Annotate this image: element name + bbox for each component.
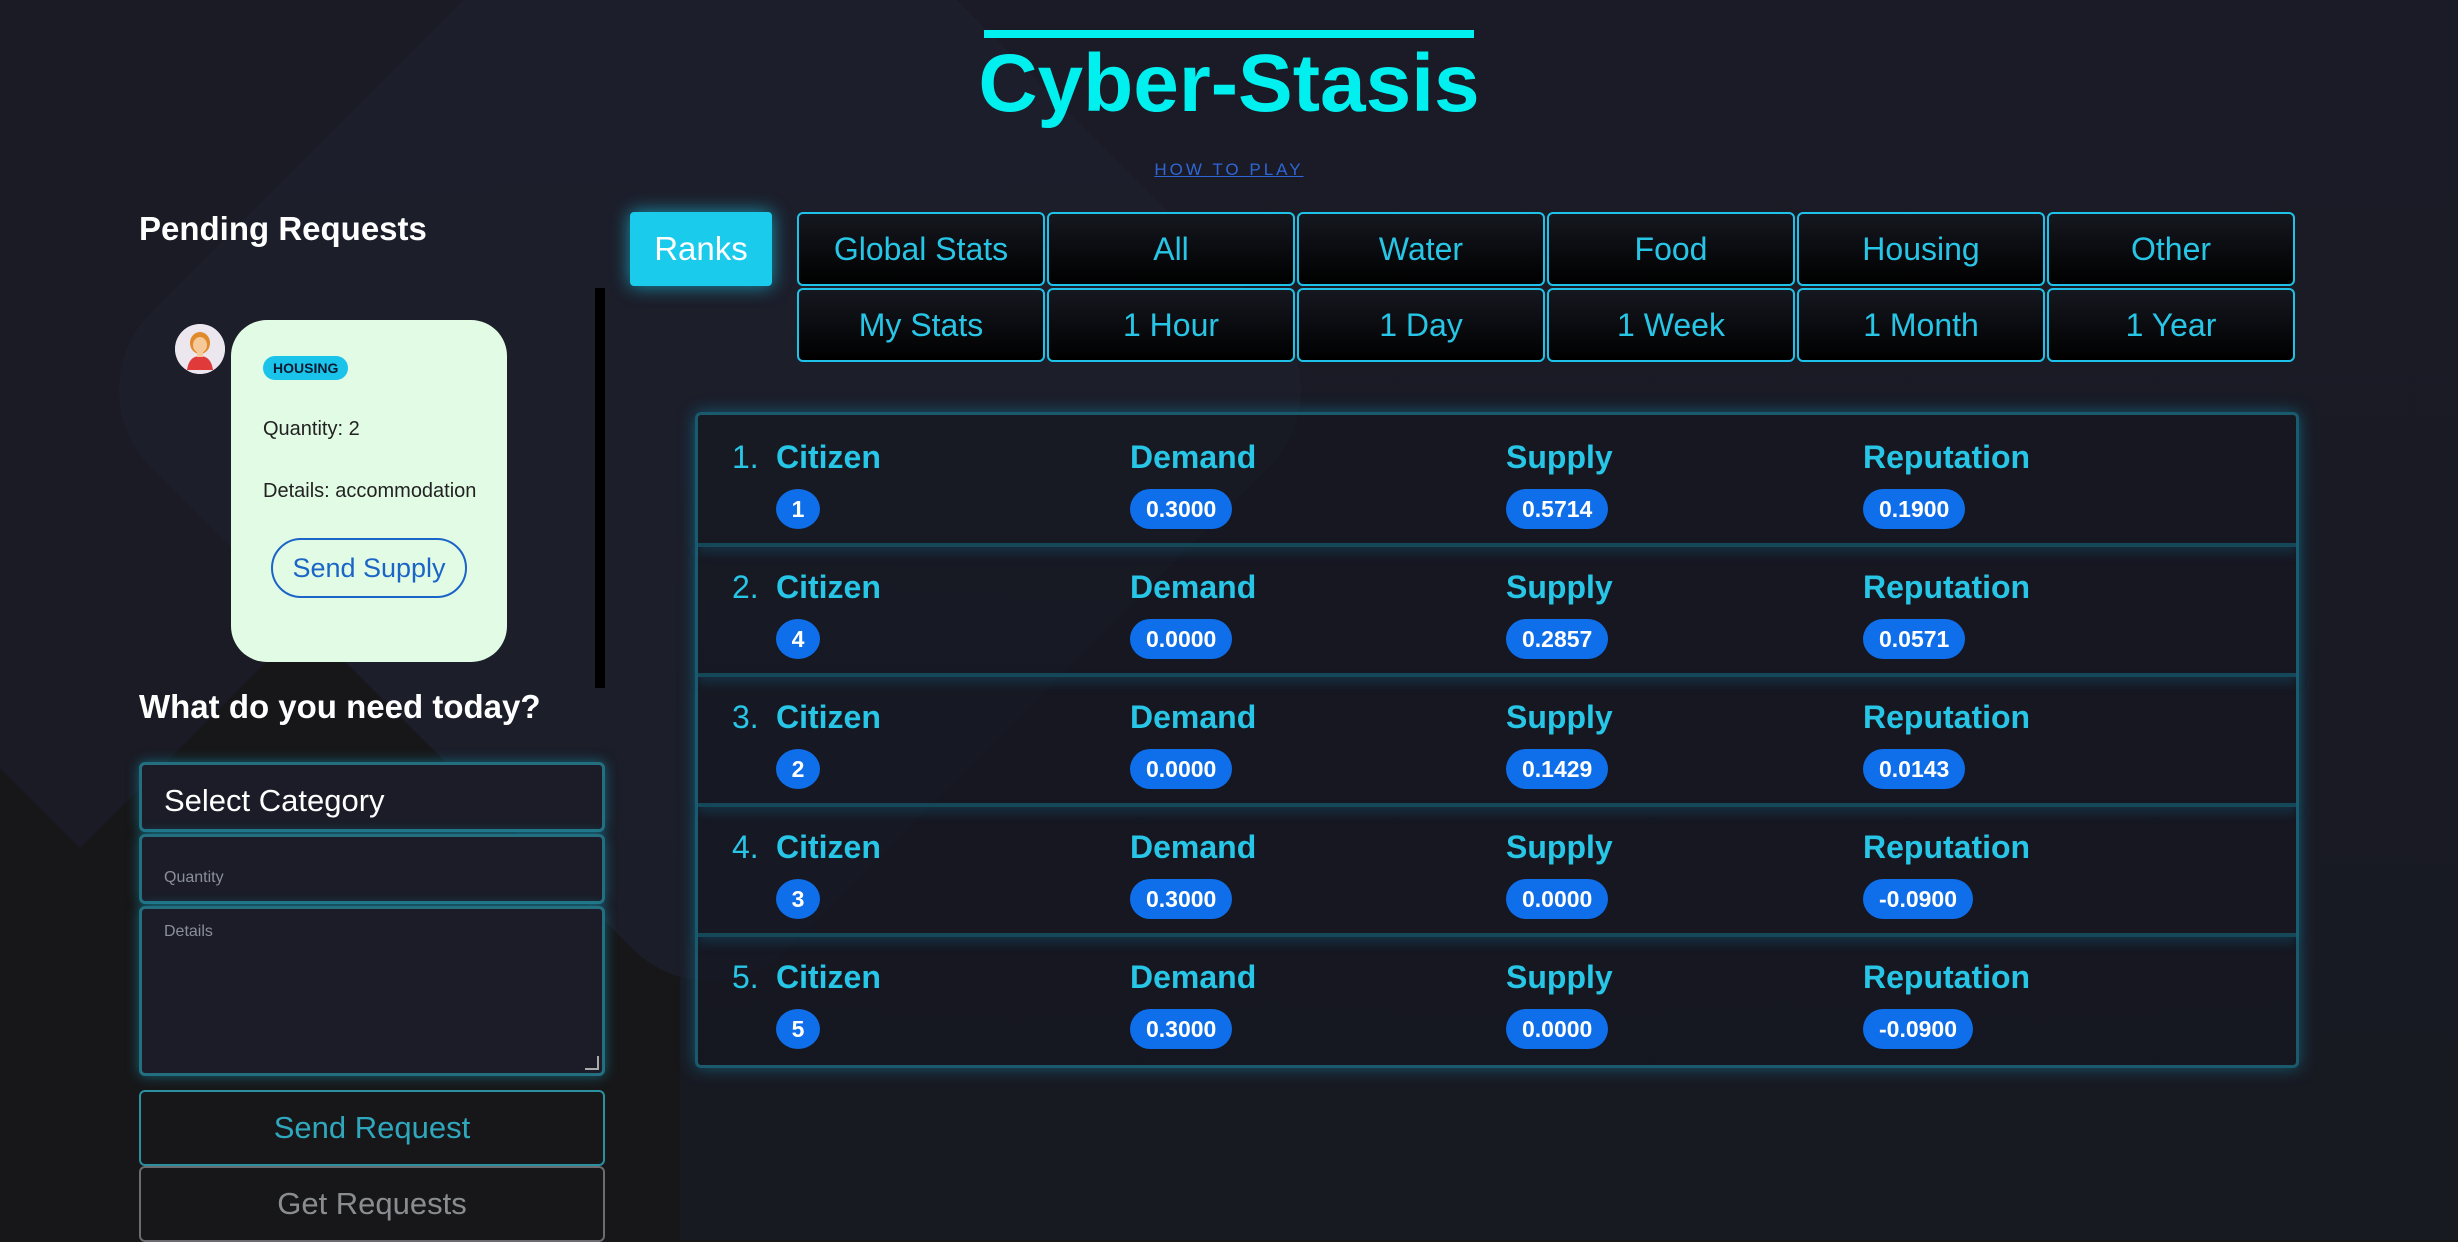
tab-food[interactable]: Food [1547,212,1795,286]
reputation-value: 0.0143 [1863,749,1966,789]
woman-avatar-icon [175,324,225,374]
table-row: 1. Citizen 1 Demand 0.3000 Supply 0.5714… [698,415,2296,547]
reputation-value: 0.0571 [1863,619,1966,659]
demand-value: 0.0000 [1130,749,1233,789]
tab-global-stats[interactable]: Global Stats [797,212,1045,286]
tab-my-stats[interactable]: My Stats [797,288,1045,362]
supply-header: Supply [1506,439,1613,475]
table-row: 4. Citizen 3 Demand 0.3000 Supply 0.0000… [698,805,2296,937]
details-placeholder: Details [164,923,213,940]
need-today-title: What do you need today? [139,688,541,725]
supply-header: Supply [1506,959,1613,995]
demand-header: Demand [1130,699,1257,735]
supply-value: 0.2857 [1506,619,1609,659]
citizen-id-badge: 2 [776,749,820,789]
citizen-id-badge: 1 [776,489,820,529]
reputation-header: Reputation [1863,569,2031,605]
table-row: 3. Citizen 2 Demand 0.0000 Supply 0.1429… [698,675,2296,807]
category-select[interactable]: Select Category [139,762,605,832]
reputation-header: Reputation [1863,439,2031,475]
citizen-id-badge: 3 [776,879,820,919]
request-card: HOUSING Quantity: 2 Details: accommodati… [231,320,507,662]
send-request-button[interactable]: Send Request [139,1090,605,1166]
reputation-header: Reputation [1863,829,2031,865]
tab-1-day[interactable]: 1 Day [1297,288,1545,362]
tab-all[interactable]: All [1047,212,1295,286]
title-underline-bar [984,30,1474,38]
leaderboard-table: 1. Citizen 1 Demand 0.3000 Supply 0.5714… [695,412,2299,1068]
rank-number: 3. [732,699,759,735]
reputation-value: -0.0900 [1863,879,1974,919]
demand-value: 0.3000 [1130,879,1233,919]
table-row: 2. Citizen 4 Demand 0.0000 Supply 0.2857… [698,545,2296,677]
reputation-header: Reputation [1863,959,2031,995]
demand-header: Demand [1130,959,1257,995]
supply-value: 0.0000 [1506,879,1609,919]
tab-other[interactable]: Other [2047,212,2295,286]
reputation-header: Reputation [1863,699,2031,735]
demand-header: Demand [1130,439,1257,475]
details-textarea[interactable]: Details [139,906,605,1076]
demand-value: 0.0000 [1130,619,1233,659]
pending-requests-list: HOUSING Quantity: 2 Details: accommodati… [139,288,605,688]
citizen-id-badge: 5 [776,1009,820,1049]
app-title: Cyber-Stasis [978,38,1480,129]
rank-number: 1. [732,439,759,475]
tab-1-hour[interactable]: 1 Hour [1047,288,1295,362]
tab-housing[interactable]: Housing [1797,212,2045,286]
quantity-input[interactable]: Quantity [139,834,605,904]
demand-value: 0.3000 [1130,1009,1233,1049]
supply-header: Supply [1506,699,1613,735]
tab-1-week[interactable]: 1 Week [1547,288,1795,362]
tab-ranks[interactable]: Ranks [630,212,772,286]
citizen-header: Citizen [776,829,881,865]
tab-1-month[interactable]: 1 Month [1797,288,2045,362]
tab-water[interactable]: Water [1297,212,1545,286]
citizen-header: Citizen [776,959,881,995]
citizen-header: Citizen [776,699,881,735]
supply-value: 0.5714 [1506,489,1609,529]
how-to-play-link[interactable]: HOW TO PLAY [0,160,2458,180]
citizen-header: Citizen [776,439,881,475]
rank-number: 4. [732,829,759,865]
supply-value: 0.1429 [1506,749,1609,789]
rank-number: 2. [732,569,759,605]
citizen-header: Citizen [776,569,881,605]
supply-value: 0.0000 [1506,1009,1609,1049]
pending-scrollbar[interactable] [595,288,605,688]
demand-header: Demand [1130,569,1257,605]
get-requests-button[interactable]: Get Requests [139,1166,605,1242]
demand-value: 0.3000 [1130,489,1233,529]
rank-number: 5. [732,959,759,995]
table-row: 5. Citizen 5 Demand 0.3000 Supply 0.0000… [698,935,2296,1063]
supply-header: Supply [1506,569,1613,605]
pending-requests-title: Pending Requests [139,210,427,247]
category-badge: HOUSING [263,356,349,380]
reputation-value: -0.0900 [1863,1009,1974,1049]
request-details: Details: accommodation [263,480,477,502]
citizen-id-badge: 4 [776,619,820,659]
demand-header: Demand [1130,829,1257,865]
tab-1-year[interactable]: 1 Year [2047,288,2295,362]
supply-header: Supply [1506,829,1613,865]
send-supply-button[interactable]: Send Supply [271,538,467,598]
reputation-value: 0.1900 [1863,489,1966,529]
request-quantity: Quantity: 2 [263,418,360,440]
resize-handle-icon[interactable] [585,1056,599,1070]
